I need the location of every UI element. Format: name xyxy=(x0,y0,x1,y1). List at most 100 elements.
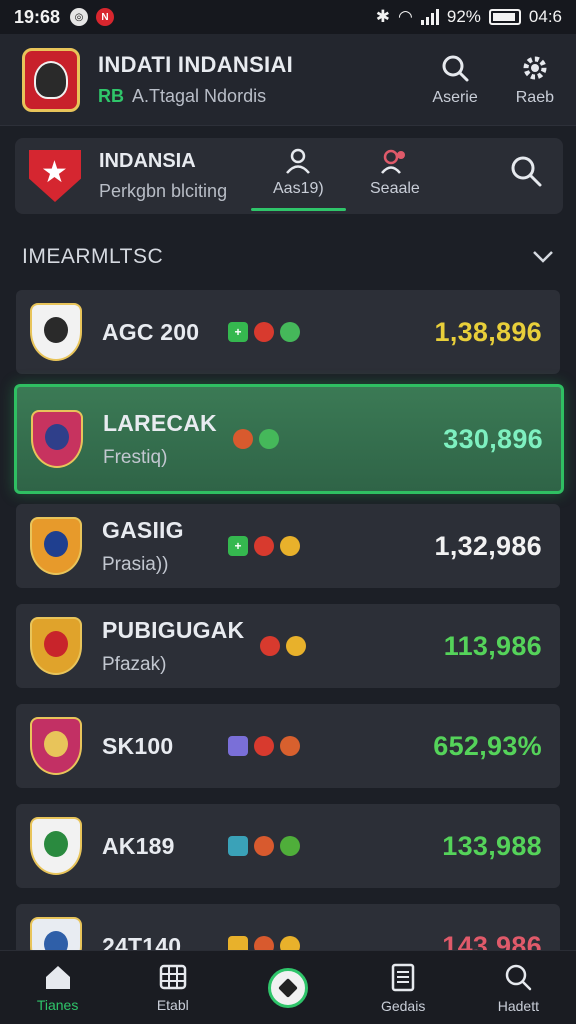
nav-search-label: Hadett xyxy=(497,997,539,1014)
status-badge-icon xyxy=(228,736,248,756)
team-name: LARECAK xyxy=(103,409,217,436)
section-title: IMEARMLTSC xyxy=(22,245,164,268)
wifi-icon: ◠ xyxy=(398,7,413,26)
tab-bar-subtitle: Perkgbn blciting xyxy=(99,181,228,201)
header-search-button[interactable]: Aserie xyxy=(432,53,478,107)
team-crest xyxy=(31,410,83,468)
grid-icon xyxy=(159,964,187,989)
nav-details[interactable]: Gedais xyxy=(358,962,448,1014)
status-badge-icon xyxy=(254,836,274,856)
status-badges: + xyxy=(228,322,300,342)
search-icon xyxy=(506,964,532,990)
team-value: 1,32,986 xyxy=(434,530,542,561)
league-logo: ★ xyxy=(29,150,81,202)
tab-profile[interactable]: Aas19) xyxy=(251,148,346,211)
battery-percent: 92% xyxy=(446,7,481,26)
page-title: INDATI INDANSIAI xyxy=(98,52,294,77)
team-crest xyxy=(30,717,82,775)
status-badges xyxy=(232,429,279,449)
team-value: 652,93% xyxy=(433,730,542,761)
team-row[interactable]: AK189 133,988 xyxy=(16,804,560,888)
section-header[interactable]: IMEARMLTSC xyxy=(22,240,554,274)
status-badge-icon xyxy=(254,322,274,342)
nav-home[interactable]: Tianes xyxy=(13,963,103,1013)
search-icon xyxy=(442,55,469,81)
status-badge-icon xyxy=(286,636,307,656)
status-extra: 04:6 xyxy=(528,7,562,26)
signal-icon xyxy=(420,9,439,25)
team-name: AK189 xyxy=(102,832,175,859)
status-badge-icon xyxy=(228,836,248,856)
team-row[interactable]: AGC 200 +1,38,896 xyxy=(16,290,560,374)
team-value: 113,986 xyxy=(443,630,542,661)
tab-profile-label: Aas19) xyxy=(273,180,324,197)
team-value: 1,38,896 xyxy=(434,316,542,347)
team-crest xyxy=(30,303,82,361)
tab-social[interactable]: Seaale xyxy=(370,148,420,198)
tab-social-label: Seaale xyxy=(370,180,420,197)
chevron-down-icon[interactable] xyxy=(532,250,554,264)
team-subtitle: Pfazak) xyxy=(102,653,167,675)
team-subtitle: Frestiq) xyxy=(103,446,168,468)
team-value: 330,896 xyxy=(443,423,543,454)
status-badge-icon xyxy=(254,736,274,756)
nav-match[interactable] xyxy=(243,967,333,1008)
status-time: 19:68 xyxy=(14,6,61,27)
subtitle-text: A.Ttagal Ndordis xyxy=(132,86,267,106)
team-subtitle: Prasia)) xyxy=(102,553,169,575)
status-badge-icon: + xyxy=(228,536,248,556)
team-name: AGC 200 xyxy=(102,318,200,345)
tab-bar-title: INDANSIA xyxy=(99,150,196,172)
nav-home-label: Tianes xyxy=(36,996,79,1013)
battery-icon xyxy=(488,9,521,25)
team-crest xyxy=(30,617,82,675)
user-icon xyxy=(286,148,311,174)
team-name: SK100 xyxy=(102,732,174,759)
team-row[interactable]: PUBIGUGAK Pfazak) 113,986 xyxy=(16,604,560,688)
status-badges xyxy=(228,836,300,856)
header-search-label: Aserie xyxy=(432,88,478,106)
status-badge-icon: + xyxy=(228,322,248,342)
app-notification-icon: N xyxy=(96,8,115,26)
soccer-ball-icon xyxy=(267,967,308,1008)
document-icon xyxy=(391,963,415,991)
bluetooth-icon: ✱ xyxy=(375,7,391,26)
status-badge-icon xyxy=(260,636,281,656)
nav-details-label: Gedais xyxy=(380,997,426,1014)
home-icon xyxy=(45,965,70,989)
status-badge-icon xyxy=(254,536,274,556)
tab-bar-search-button[interactable] xyxy=(509,154,543,193)
status-badge-icon xyxy=(232,429,253,449)
page-subtitle: RB A.Ttagal Ndordis xyxy=(98,86,293,107)
team-logo[interactable] xyxy=(22,47,80,112)
team-row[interactable]: LARECAK Frestiq) 330,896 xyxy=(14,384,564,494)
search-icon xyxy=(511,156,542,187)
header-settings-button[interactable]: Raeb xyxy=(516,53,554,107)
gear-icon xyxy=(523,56,547,79)
team-crest xyxy=(30,517,82,575)
team-row[interactable]: SK100 652,93% xyxy=(16,704,560,788)
status-badge-icon xyxy=(280,322,300,342)
team-row[interactable]: GASIIG Prasia)) +1,32,986 xyxy=(16,504,560,588)
team-value: 133,988 xyxy=(442,830,542,861)
nav-search[interactable]: Hadett xyxy=(473,962,563,1014)
status-badge-icon xyxy=(258,429,279,449)
status-badge-icon xyxy=(280,836,300,856)
header-settings-label: Raeb xyxy=(515,88,554,106)
notification-icon: ◎ xyxy=(70,8,89,26)
status-badge-icon xyxy=(280,536,300,556)
status-badges xyxy=(228,736,300,756)
bottom-nav: Tianes Etabl Gedais Hadett xyxy=(0,950,576,1024)
people-icon xyxy=(380,149,405,174)
team-crest xyxy=(30,817,82,875)
nav-table[interactable]: Etabl xyxy=(128,963,218,1013)
team-name: PUBIGUGAK xyxy=(102,616,245,643)
nav-table-label: Etabl xyxy=(156,996,189,1013)
team-tab-bar: ★ INDANSIA Perkgbn blciting Aas19) Seaal… xyxy=(15,138,563,214)
status-bar: 19:68 ◎ N ✱ ◠ 92% 04:6 xyxy=(0,0,576,34)
status-badges xyxy=(260,636,307,656)
app-header: INDATI INDANSIAI RB A.Ttagal Ndordis Ase… xyxy=(0,34,576,126)
team-name: GASIIG xyxy=(102,516,184,543)
subtitle-code: RB xyxy=(98,86,124,106)
status-badges: + xyxy=(228,536,300,556)
